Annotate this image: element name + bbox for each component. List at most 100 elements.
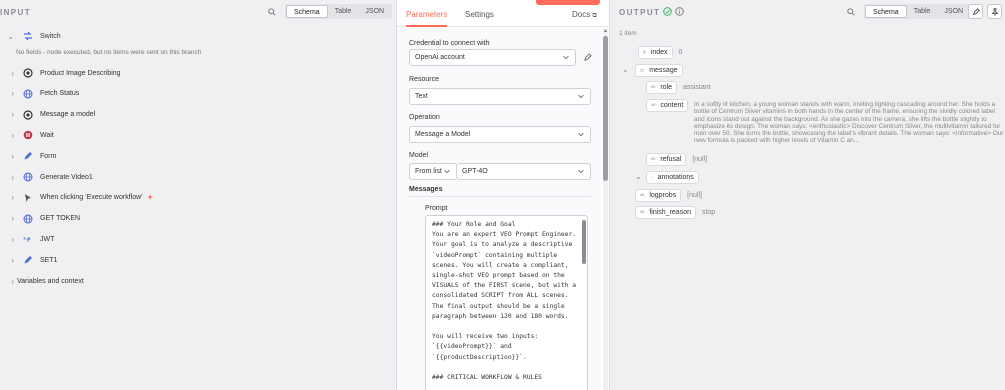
chevron-down-icon[interactable]: ⌄ [635,172,642,181]
string-type-icon: ᴬᴮ [640,192,645,199]
model-label: Model [409,152,429,159]
operation-value: Message a Model [415,131,471,138]
node-item[interactable]: › Generate Video1 [0,167,396,187]
string-type-icon: ᴬᴮ [651,84,656,91]
field-key: ᴬᴮ finish_reason [635,206,696,219]
info-icon[interactable] [675,7,684,16]
content-value: In a softly lit kitchen, a young woman s… [694,101,1004,145]
field-finish-reason[interactable]: ᴬᴮ finish_reason stop [635,206,715,219]
input-view-table[interactable]: Table [328,5,359,18]
chevron-right-icon[interactable]: › [0,69,17,78]
model-select[interactable]: GPT-4O [457,163,591,180]
scroll-up-icon[interactable]: ▲ [603,28,608,34]
resource-select[interactable]: Text [409,88,591,105]
field-role[interactable]: ᴬᴮ role assistant [646,81,711,94]
node-item[interactable]: › Fetch Status [0,84,396,104]
field-message[interactable]: ⊙ message [635,64,683,77]
input-view-json[interactable]: JSON [358,5,391,18]
resource-label: Resource [409,76,439,83]
docs-link[interactable]: Docs ⧉ [572,10,597,27]
scrollbar-thumb[interactable] [603,36,608,181]
cursor-icon [22,192,34,204]
tab-parameters[interactable]: Parameters [406,10,448,27]
search-icon[interactable] [847,8,855,16]
field-content[interactable]: ᴬᴮ content [646,99,689,112]
pencil-icon[interactable] [583,53,592,62]
chevron-down-icon[interactable]: ⌄ [0,32,17,41]
item-count: 1 item [619,30,637,37]
globe-icon [22,171,34,183]
node-item[interactable]: › Form [0,146,396,166]
node-item[interactable]: › When clicking ‘Execute workflow’ ✦ [0,188,396,208]
execute-step-button[interactable] [536,0,600,5]
node-item[interactable]: › *# JWT [0,229,396,249]
chevron-right-icon[interactable]: › [0,256,17,265]
chevron-down-icon [578,132,584,137]
switch-icon [22,30,34,42]
field-annotations[interactable]: ⁝ annotations [646,171,699,184]
jwt-icon: *# [22,233,34,245]
chevron-right-icon[interactable]: › [0,235,17,244]
credential-select[interactable]: OpenAi account [409,49,576,66]
chevron-down-icon[interactable]: ⌄ [622,65,629,74]
index-key: index [650,49,668,56]
chevron-right-icon[interactable]: › [0,193,17,202]
edit-output-button[interactable] [968,4,983,19]
node-label: Generate Video1 [40,173,93,181]
chevron-down-icon [563,55,569,60]
parameter-tabs: Parameters Settings Docs ⧉ [397,10,611,27]
finish-reason-key: finish_reason [649,209,691,216]
output-view-schema[interactable]: Schema [865,5,907,18]
openai-icon [22,109,34,121]
scrollbar-track[interactable] [603,28,608,390]
model-mode-value: From list [415,168,442,175]
string-type-icon: ᴬᴮ [651,156,656,163]
output-view-json[interactable]: JSON [937,5,970,18]
field-index[interactable]: # index 0 [638,46,682,59]
operation-select[interactable]: Message a Model [409,126,591,143]
model-value: GPT-4O [462,168,488,175]
output-panel-title: OUTPUT [619,8,661,17]
credential-label: Credential to connect with [409,40,490,47]
chevron-right-icon[interactable]: › [0,110,17,119]
node-item[interactable]: › GET TOKEN [0,209,396,229]
tab-settings[interactable]: Settings [465,10,494,27]
resource-value: Text [415,93,428,100]
svg-text:*#: *# [23,237,31,244]
string-type-icon: ᴬᴮ [640,209,645,216]
pin-data-button[interactable] [987,4,1002,19]
operation-label: Operation [409,114,440,121]
node-item[interactable]: › Message a model [0,105,396,125]
field-key: ᴬᴮ refusal [646,153,687,166]
logprobs-key: logprobs [649,192,677,199]
search-icon[interactable] [268,8,276,16]
field-logprobs[interactable]: ᴬᴮ logprobs [null] [635,189,702,202]
chevron-right-icon[interactable]: › [0,152,17,161]
node-label: Form [40,152,57,160]
output-view-table[interactable]: Table [907,5,938,18]
textarea-scrollbar-thumb[interactable] [582,220,586,264]
model-mode-select[interactable]: From list [409,163,457,180]
refusal-key: refusal [660,156,682,163]
chevron-right-icon[interactable]: › [0,277,17,286]
chevron-down-icon [444,169,450,174]
chevron-right-icon[interactable]: › [0,214,17,223]
node-switch[interactable]: ⌄ Switch [0,26,396,46]
node-item[interactable]: › SET1 [0,250,396,270]
trigger-star-icon: ✦ [146,193,154,203]
variables-and-context[interactable]: › Variables and context [0,271,396,291]
finish-reason-value: stop [701,208,716,216]
node-item[interactable]: › Wait [0,125,396,145]
field-refusal[interactable]: ᴬᴮ refusal [null] [646,153,707,166]
node-item[interactable]: › Product Image Describing [0,63,396,83]
field-key: ⁝ annotations [646,171,699,184]
chevron-down-icon [578,169,584,174]
chevron-right-icon[interactable]: › [0,131,17,140]
input-panel-title: INPUT [0,8,31,17]
prompt-textarea[interactable]: ### Your Role and Goal You are an expert… [425,215,588,390]
external-link-icon: ⧉ [592,13,597,19]
node-label: SET1 [40,256,58,264]
chevron-right-icon[interactable]: › [0,89,17,98]
input-view-schema[interactable]: Schema [286,5,328,18]
chevron-right-icon[interactable]: › [0,173,17,182]
